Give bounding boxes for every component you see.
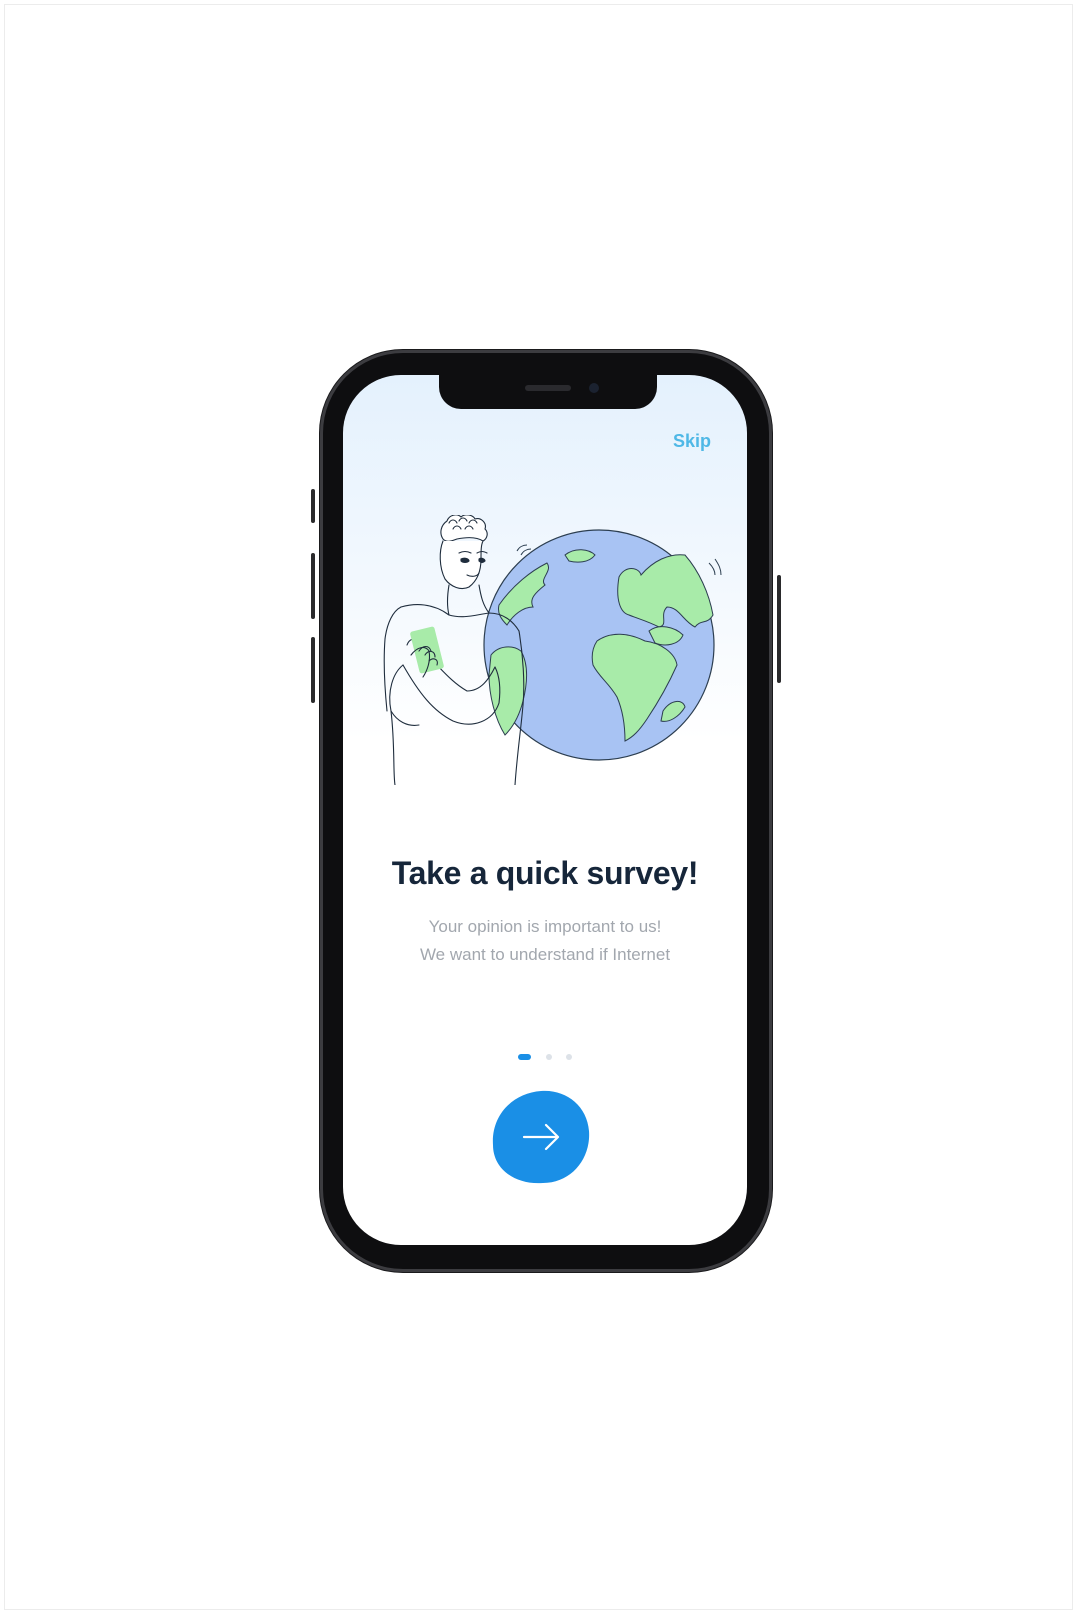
page-subtitle: Your opinion is important to us! We want…: [343, 913, 747, 969]
person-with-globe-illustration: [383, 515, 722, 785]
phone-notch: [439, 375, 657, 409]
phone-volume-up: [311, 553, 315, 619]
globe-icon: [483, 529, 722, 761]
front-camera: [589, 383, 599, 393]
page-title: Take a quick survey!: [391, 855, 699, 891]
phone-side-button: [311, 489, 315, 523]
pagination-dots: [343, 1048, 747, 1060]
pagination-dot-active[interactable]: [518, 1053, 532, 1060]
pagination-dot[interactable]: [545, 1053, 552, 1060]
subtitle-line: Your opinion is important to us!: [428, 917, 662, 936]
phone-mockup: Skip Take a quick survey! Your opinion i…: [311, 353, 781, 1269]
pagination-dot[interactable]: [565, 1053, 572, 1060]
next-button[interactable]: [491, 1089, 591, 1185]
subtitle-line: We want to understand if Internet: [419, 945, 671, 964]
skip-button[interactable]: Skip: [673, 431, 711, 452]
page-frame: Skip Take a quick survey! Your opinion i…: [4, 4, 1073, 1610]
speaker-grille: [525, 385, 571, 391]
phone-power-button: [777, 575, 781, 683]
phone-volume-down: [311, 637, 315, 703]
app-screen: Skip Take a quick survey! Your opinion i…: [343, 375, 747, 1245]
